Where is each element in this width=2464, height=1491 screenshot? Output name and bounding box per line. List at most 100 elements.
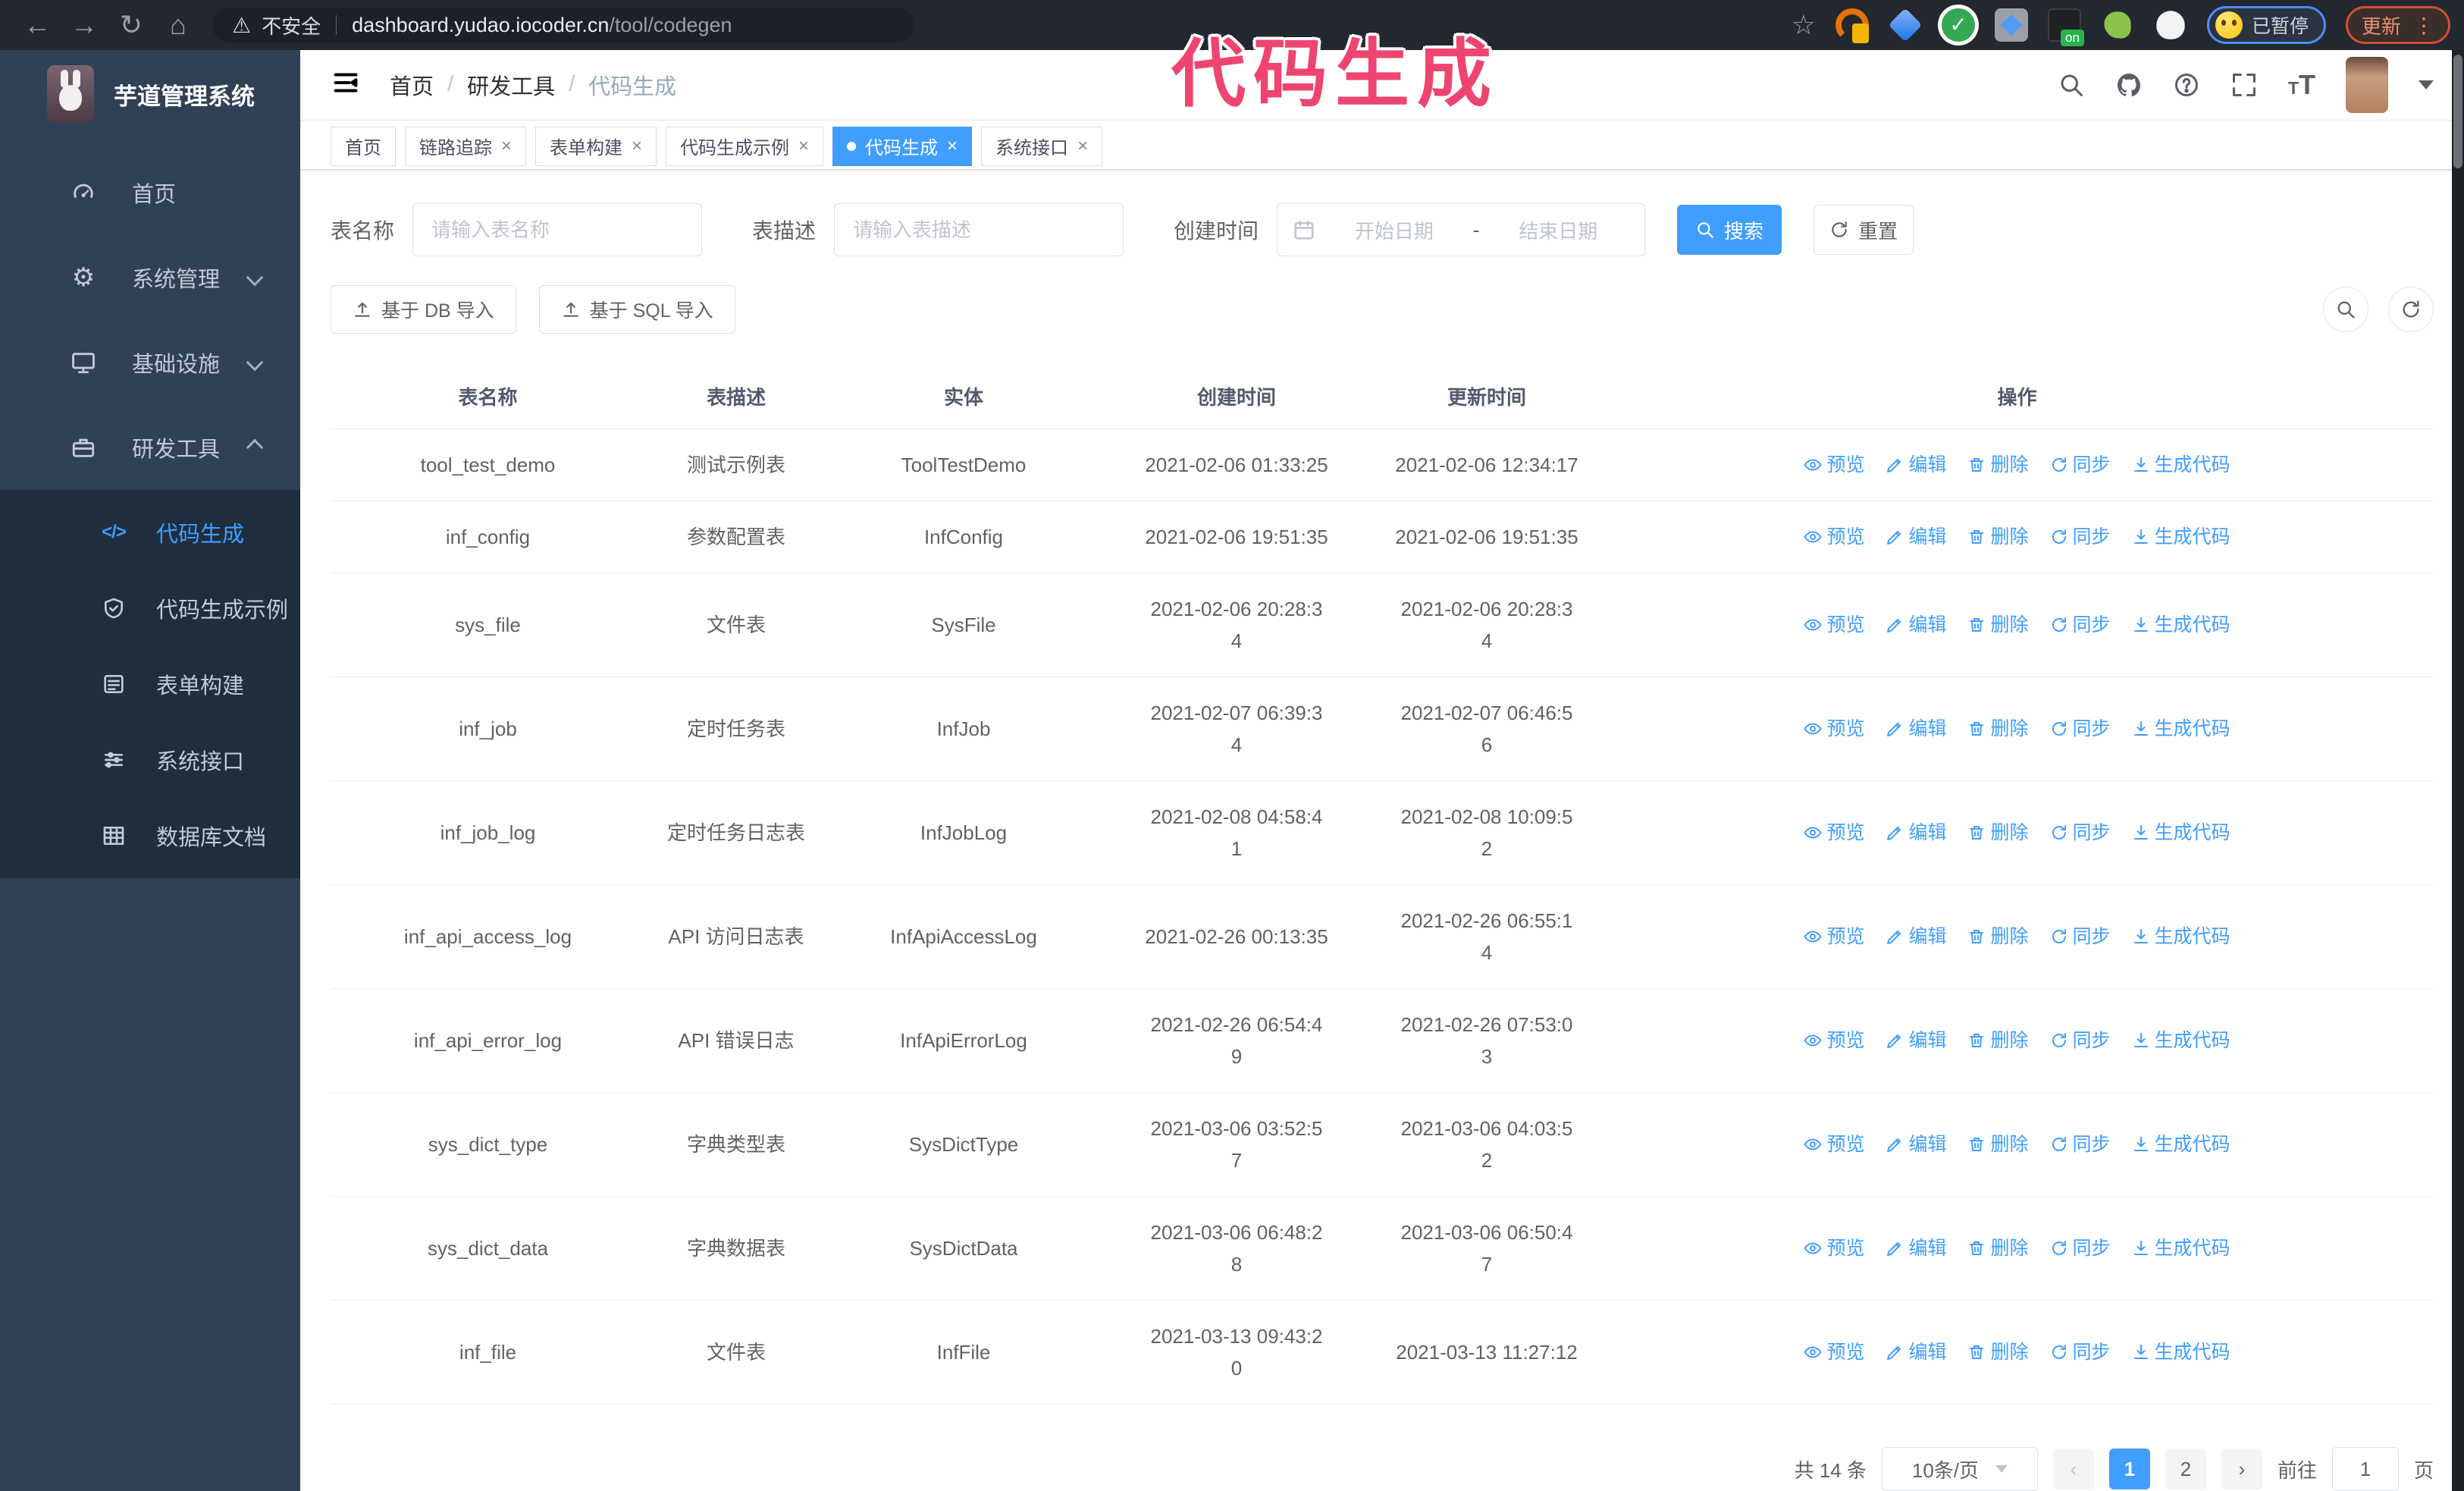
table-name-input[interactable] (412, 203, 703, 256)
delete-link[interactable]: 删除 (1967, 1025, 2029, 1056)
edit-link[interactable]: 编辑 (1886, 1128, 1946, 1160)
sync-link[interactable]: 同步 (2050, 449, 2111, 481)
delete-link[interactable]: 删除 (1967, 521, 2029, 553)
breadcrumb-home[interactable]: 首页 (390, 69, 434, 101)
sync-link[interactable]: 同步 (2050, 713, 2111, 745)
font-size-icon[interactable]: TT (2288, 69, 2315, 101)
tab-form-builder[interactable]: 表单构建 × (535, 126, 657, 166)
browser-forward-icon[interactable]: → (61, 9, 108, 41)
tab-home[interactable]: 首页 (331, 126, 396, 166)
delete-link[interactable]: 删除 (1967, 713, 2029, 745)
tab-codegen-example[interactable]: 代码生成示例 × (666, 126, 824, 166)
import-db-button[interactable]: 基于 DB 导入 (331, 285, 516, 334)
preview-link[interactable]: 预览 (1804, 1232, 1864, 1264)
preview-link[interactable]: 预览 (1804, 1128, 1864, 1160)
generate-code-link[interactable]: 生成代码 (2132, 1128, 2230, 1160)
generate-code-link[interactable]: 生成代码 (2132, 521, 2230, 553)
table-desc-input[interactable] (834, 203, 1124, 256)
refresh-button[interactable] (2388, 287, 2434, 332)
edit-link[interactable]: 编辑 (1886, 449, 1946, 481)
browser-update-button[interactable]: 更新 ⋮ (2345, 6, 2450, 44)
delete-link[interactable]: 删除 (1967, 609, 2029, 641)
browser-profile-chip[interactable]: 已暂停 (2206, 6, 2326, 44)
generate-code-link[interactable]: 生成代码 (2132, 713, 2230, 745)
generate-code-link[interactable]: 生成代码 (2132, 1336, 2230, 1368)
edit-link[interactable]: 编辑 (1886, 921, 1946, 953)
delete-link[interactable]: 删除 (1967, 1128, 2029, 1160)
sidebar-item-db-doc[interactable]: 数据库文档 (0, 798, 300, 874)
close-icon[interactable]: × (1077, 136, 1088, 157)
extension-icon-1[interactable] (1835, 8, 1869, 43)
address-bar[interactable]: ⚠ 不安全 dashboard.yudao.iocoder.cn/tool/co… (212, 8, 914, 42)
delete-link[interactable]: 删除 (1967, 1336, 2029, 1368)
breadcrumb-devtools[interactable]: 研发工具 (467, 69, 555, 101)
reset-button[interactable]: 重置 (1814, 205, 1914, 255)
date-range-picker[interactable]: 开始日期 - 结束日期 (1277, 203, 1646, 256)
close-icon[interactable]: × (798, 136, 809, 157)
generate-code-link[interactable]: 生成代码 (2132, 609, 2230, 641)
preview-link[interactable]: 预览 (1804, 1025, 1864, 1056)
user-avatar[interactable] (2346, 56, 2388, 113)
sidebar-item-form-builder[interactable]: 表单构建 (0, 646, 300, 722)
extension-icon-5[interactable] (2047, 8, 2084, 46)
sync-link[interactable]: 同步 (2050, 1128, 2111, 1160)
close-icon[interactable]: × (632, 136, 642, 157)
page-scrollbar[interactable] (2452, 50, 2464, 1491)
delete-link[interactable]: 删除 (1967, 1232, 2029, 1264)
sync-link[interactable]: 同步 (2050, 521, 2111, 553)
tab-codegen[interactable]: 代码生成 × (832, 126, 973, 166)
browser-home-icon[interactable]: ⌂ (155, 9, 202, 41)
toggle-search-button[interactable] (2323, 287, 2368, 332)
import-sql-button[interactable]: 基于 SQL 导入 (538, 285, 735, 334)
page-size-select[interactable]: 10条/页 (1881, 1447, 2038, 1491)
fullscreen-icon[interactable] (2230, 71, 2258, 99)
generate-code-link[interactable]: 生成代码 (2132, 449, 2230, 481)
edit-link[interactable]: 编辑 (1886, 1232, 1946, 1264)
search-button[interactable]: 搜索 (1677, 205, 1782, 255)
extension-icon-3[interactable]: ✓ (1941, 8, 1975, 42)
preview-link[interactable]: 预览 (1804, 449, 1864, 481)
next-page-button[interactable]: › (2221, 1449, 2262, 1489)
preview-link[interactable]: 预览 (1804, 1336, 1864, 1368)
extension-icon-7[interactable] (2156, 11, 2185, 39)
extension-icon-6[interactable] (2104, 11, 2131, 39)
extension-icon-4[interactable] (1994, 8, 2028, 42)
browser-back-icon[interactable]: ← (14, 9, 61, 41)
sidebar-item-codegen[interactable]: </> 代码生成 (0, 494, 300, 570)
preview-link[interactable]: 预览 (1804, 521, 1864, 553)
generate-code-link[interactable]: 生成代码 (2132, 1025, 2230, 1056)
bookmark-star-icon[interactable]: ☆ (1792, 9, 1816, 41)
edit-link[interactable]: 编辑 (1886, 1336, 1946, 1368)
page-button-1[interactable]: 1 (2108, 1449, 2150, 1489)
avatar-caret-icon[interactable] (2419, 80, 2434, 89)
sidebar-logo-row[interactable]: 芋道管理系统 (0, 50, 300, 138)
generate-code-link[interactable]: 生成代码 (2132, 921, 2230, 953)
close-icon[interactable]: × (947, 136, 958, 157)
sync-link[interactable]: 同步 (2050, 1232, 2111, 1264)
edit-link[interactable]: 编辑 (1886, 1025, 1946, 1056)
help-icon[interactable] (2173, 71, 2200, 99)
tab-tracing[interactable]: 链路追踪 × (405, 126, 527, 166)
edit-link[interactable]: 编辑 (1886, 713, 1946, 745)
browser-menu-dots-icon[interactable]: ⋮ (2413, 13, 2434, 38)
generate-code-link[interactable]: 生成代码 (2132, 817, 2230, 849)
preview-link[interactable]: 预览 (1804, 609, 1864, 641)
sync-link[interactable]: 同步 (2050, 817, 2111, 849)
github-icon[interactable] (2115, 71, 2143, 99)
edit-link[interactable]: 编辑 (1886, 609, 1946, 641)
generate-code-link[interactable]: 生成代码 (2132, 1232, 2230, 1264)
page-button-2[interactable]: 2 (2165, 1449, 2206, 1489)
sidebar-item-devtools[interactable]: 研发工具 (0, 405, 300, 490)
browser-reload-icon[interactable]: ↻ (108, 9, 155, 41)
goto-page-input[interactable] (2331, 1447, 2399, 1491)
delete-link[interactable]: 删除 (1967, 921, 2029, 953)
preview-link[interactable]: 预览 (1804, 921, 1864, 953)
preview-link[interactable]: 预览 (1804, 817, 1864, 849)
tab-system-api[interactable]: 系统接口 × (981, 126, 1103, 166)
search-icon[interactable] (2058, 71, 2085, 99)
hamburger-icon[interactable] (331, 69, 361, 100)
prev-page-button[interactable]: ‹ (2052, 1449, 2094, 1489)
sync-link[interactable]: 同步 (2050, 1336, 2111, 1368)
delete-link[interactable]: 删除 (1967, 817, 2029, 849)
edit-link[interactable]: 编辑 (1886, 817, 1946, 849)
